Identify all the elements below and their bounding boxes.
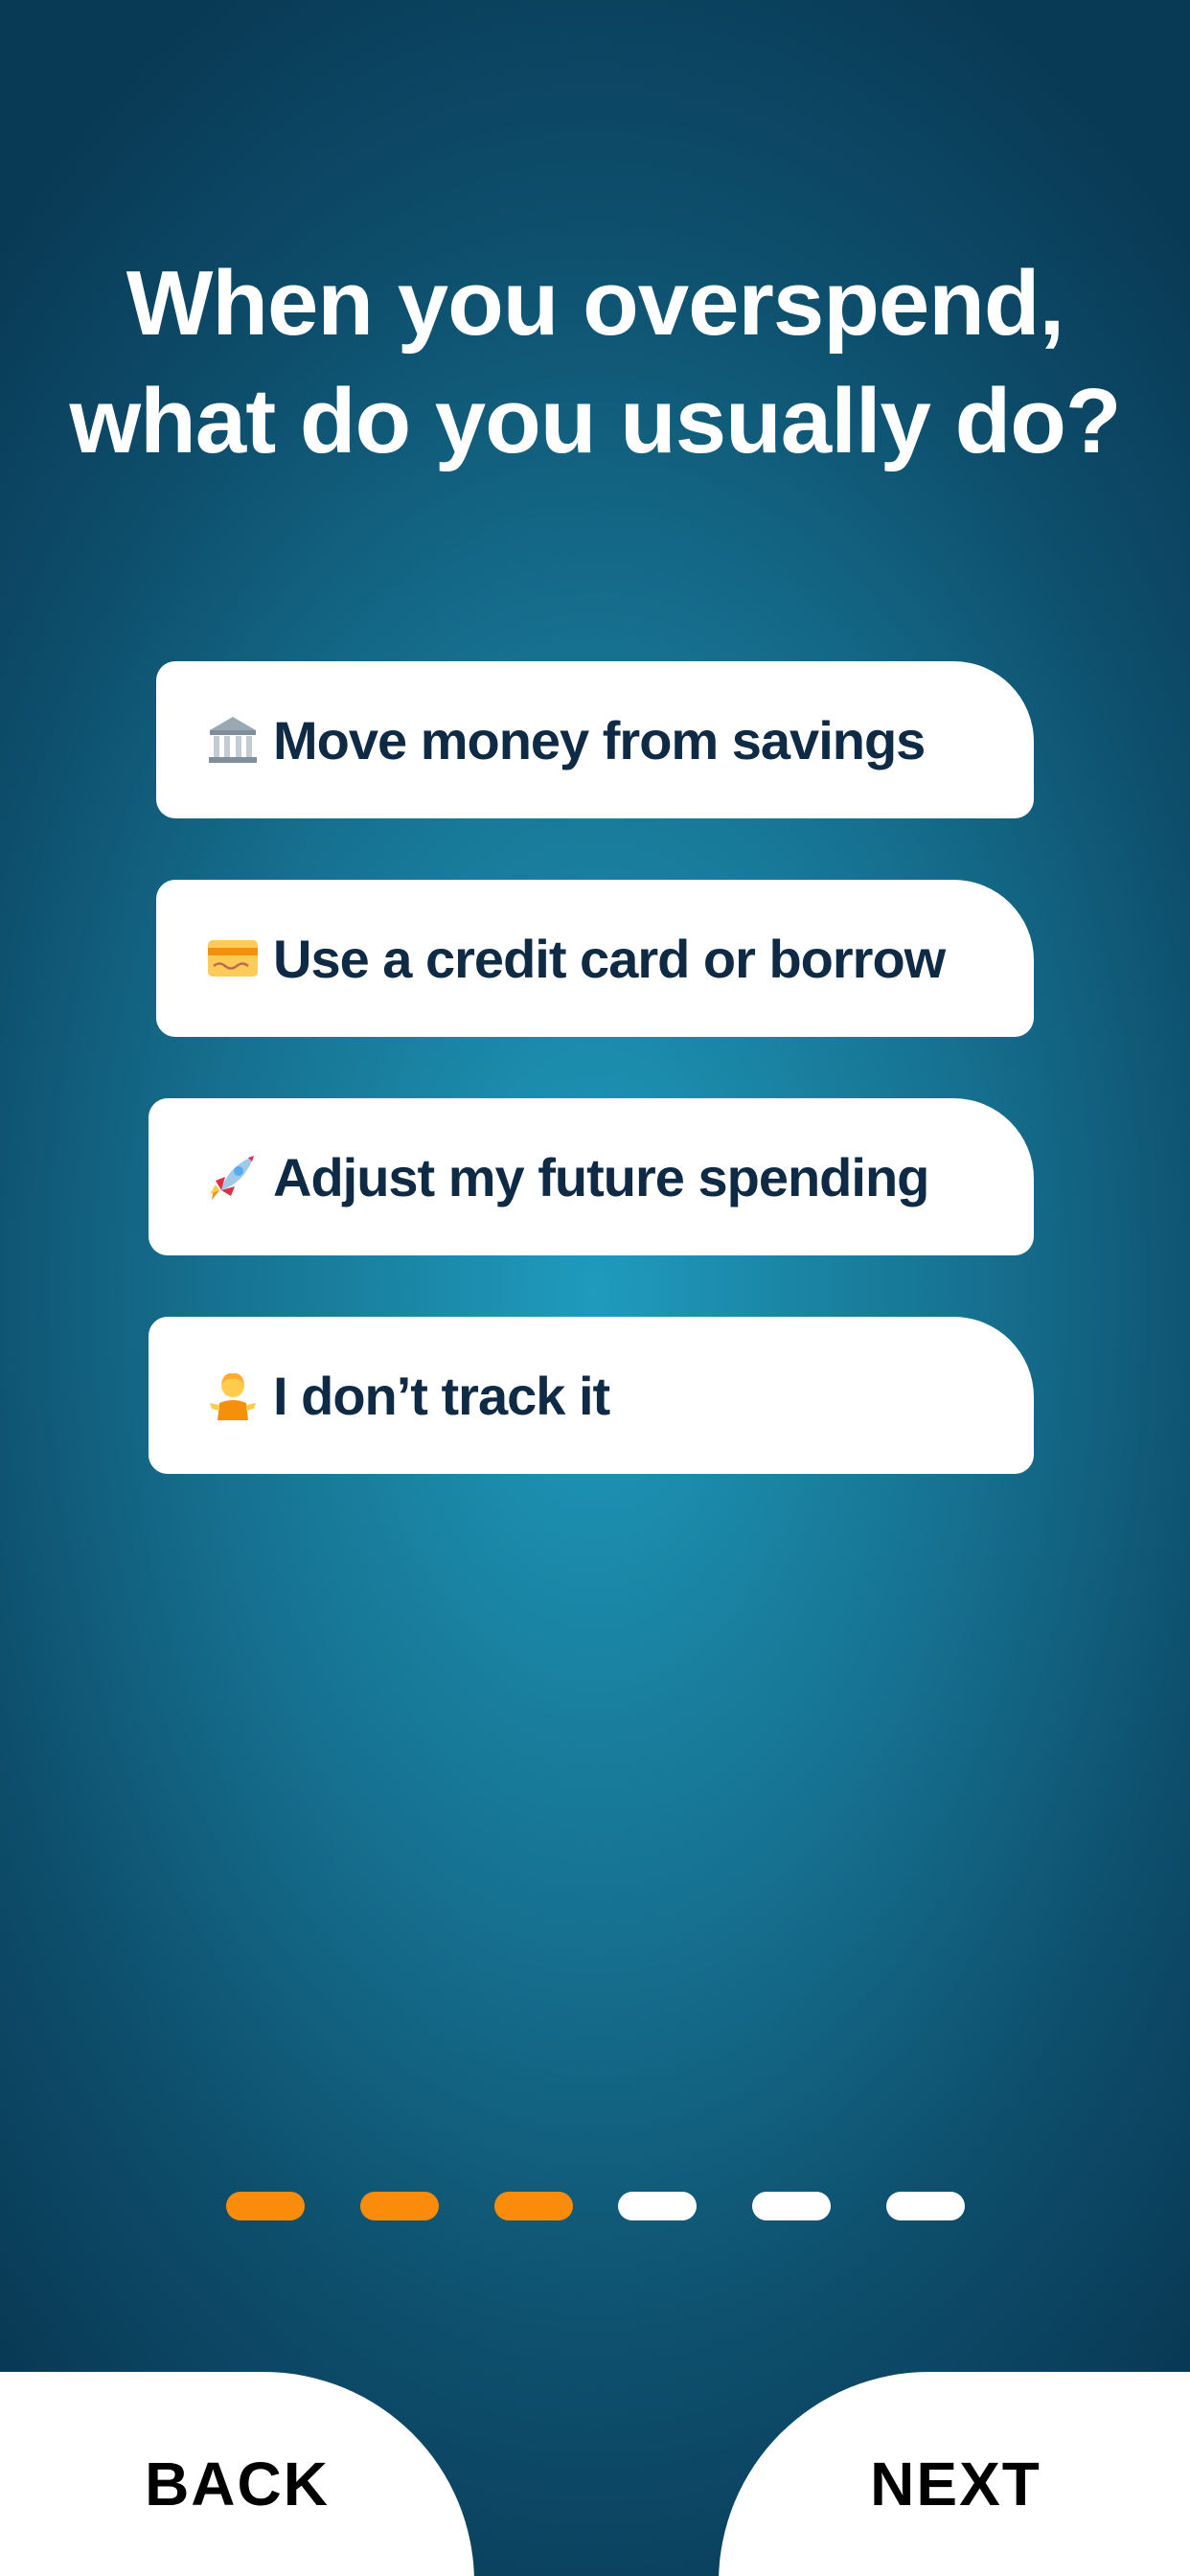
option-label: Adjust my future spending xyxy=(273,1146,929,1208)
option-dont-track-it[interactable]: I don’t track it xyxy=(149,1317,1034,1474)
option-label: I don’t track it xyxy=(273,1365,610,1426)
option-label: Use a credit card or borrow xyxy=(273,928,946,989)
question-title: When you overspend, what do you usually … xyxy=(69,252,1121,472)
back-button[interactable]: BACK xyxy=(0,2372,474,2576)
bank-icon xyxy=(204,711,262,769)
back-button-label: BACK xyxy=(145,2450,330,2518)
progress-step xyxy=(886,2192,965,2220)
option-move-money-from-savings[interactable]: Move money from savings xyxy=(156,661,1034,818)
person-shrugging-icon xyxy=(204,1367,262,1424)
next-button[interactable]: NEXT xyxy=(719,2372,1190,2576)
progress-step xyxy=(752,2192,831,2220)
credit-card-icon xyxy=(204,930,262,987)
progress-step xyxy=(226,2192,305,2220)
next-button-label: NEXT xyxy=(870,2450,1041,2518)
rocket-icon xyxy=(204,1148,262,1206)
progress-step xyxy=(360,2192,439,2220)
progress-step xyxy=(494,2192,573,2220)
option-label: Move money from savings xyxy=(273,709,926,770)
progress-indicator xyxy=(0,2192,1190,2220)
option-adjust-future-spending[interactable]: Adjust my future spending xyxy=(149,1098,1034,1255)
progress-step xyxy=(618,2192,697,2220)
option-use-credit-card-or-borrow[interactable]: Use a credit card or borrow xyxy=(156,880,1034,1037)
